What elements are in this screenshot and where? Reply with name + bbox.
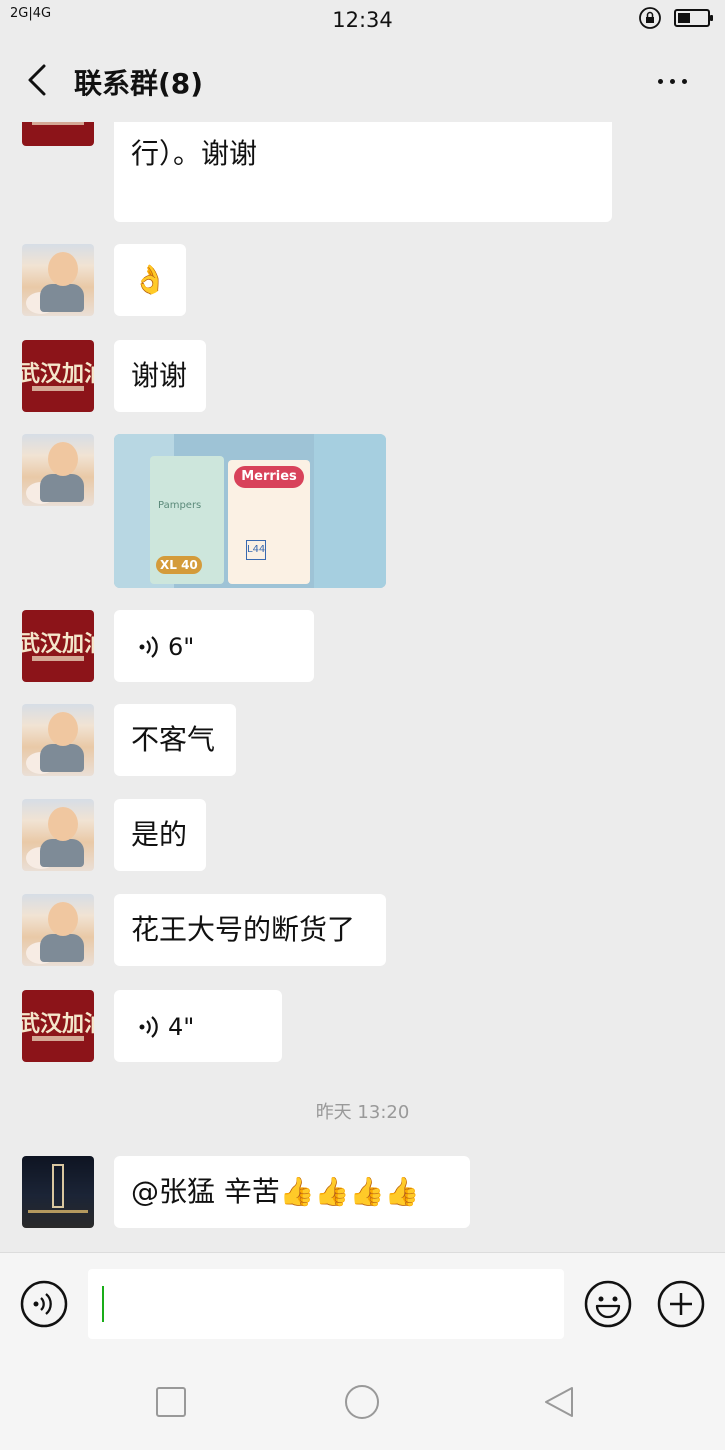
emoji-bubble[interactable]: 👌 [114,244,186,316]
emoji-icon[interactable] [584,1280,632,1328]
merries-package: Merries L44 [228,460,310,584]
chat-header: 联系群(8) [0,40,725,122]
message-bubble[interactable]: 花王大号的断货了 [114,894,386,966]
message-text: @张猛 辛苦 [131,1175,280,1208]
nav-square-icon[interactable] [153,1384,189,1420]
clock: 12:34 [332,8,393,32]
more-icon[interactable] [650,64,694,98]
timestamp: 昨天 13:20 [315,1102,410,1123]
voice-input-button[interactable] [20,1280,68,1328]
message-text: 谢谢 [131,359,188,392]
plus-icon[interactable] [657,1280,705,1328]
input-bar [0,1252,725,1357]
voice-wave-icon [139,636,158,658]
avatar-boy[interactable] [22,244,94,316]
image-message[interactable]: Pampers XL 40 Merries L44 [114,434,386,588]
message-bubble[interactable]: 谢谢 [114,340,206,412]
avatar-boy[interactable] [22,434,94,506]
voice-message-bubble[interactable]: 4" [114,990,282,1062]
pampers-package: Pampers XL 40 [150,456,224,584]
nav-triangle-icon[interactable] [540,1384,576,1420]
nav-circle-icon[interactable] [344,1384,380,1420]
back-arrow-icon[interactable] [24,62,52,98]
avatar-boy[interactable] [22,704,94,776]
system-nav-bar [0,1356,725,1450]
thumbs-up-emoji: 👍👍👍👍 [279,1175,420,1208]
message-text-line: 行）。谢谢 [131,137,258,170]
message-bubble[interactable]: 适拉拉裤一包 XL 号（中包或小包都 行）。谢谢 [114,122,612,222]
message-bubble[interactable]: 是的 [114,799,206,871]
status-bar: 2G|4G 12:34 [0,0,725,40]
message-text: 不客气 [131,723,216,756]
voice-duration: 6" [168,633,195,661]
avatar-boy[interactable] [22,894,94,966]
voice-message-bubble[interactable]: 6" [114,610,314,682]
message-bubble[interactable]: 不客气 [114,704,236,776]
rotation-lock-icon [639,7,661,29]
battery-icon [674,9,713,27]
avatar-night[interactable] [22,1156,94,1228]
message-bubble[interactable]: @张猛 辛苦👍👍👍👍 [114,1156,470,1228]
chat-title: 联系群(8) [74,67,204,100]
message-text-line: 适拉拉裤一包 XL 号（中包或小包都 [131,122,595,132]
message-list[interactable]: 武汉加油 适拉拉裤一包 XL 号（中包或小包都 行）。谢谢 👌 武汉加油 谢谢 [0,122,725,1252]
avatar-wuhan[interactable]: 武汉加油 [22,340,94,412]
avatar-wuhan[interactable]: 武汉加油 [22,610,94,682]
avatar-boy[interactable] [22,799,94,871]
message-text: 是的 [131,818,188,851]
voice-wave-icon [139,1016,158,1038]
voice-duration: 4" [168,1013,195,1041]
avatar-wuhan[interactable]: 武汉加油 [22,122,94,146]
avatar-wuhan[interactable]: 武汉加油 [22,990,94,1062]
text-caret [102,1286,104,1322]
message-text: 花王大号的断货了 [131,913,356,946]
message-input[interactable] [88,1269,564,1339]
ok-hand-emoji: 👌 [132,263,168,296]
